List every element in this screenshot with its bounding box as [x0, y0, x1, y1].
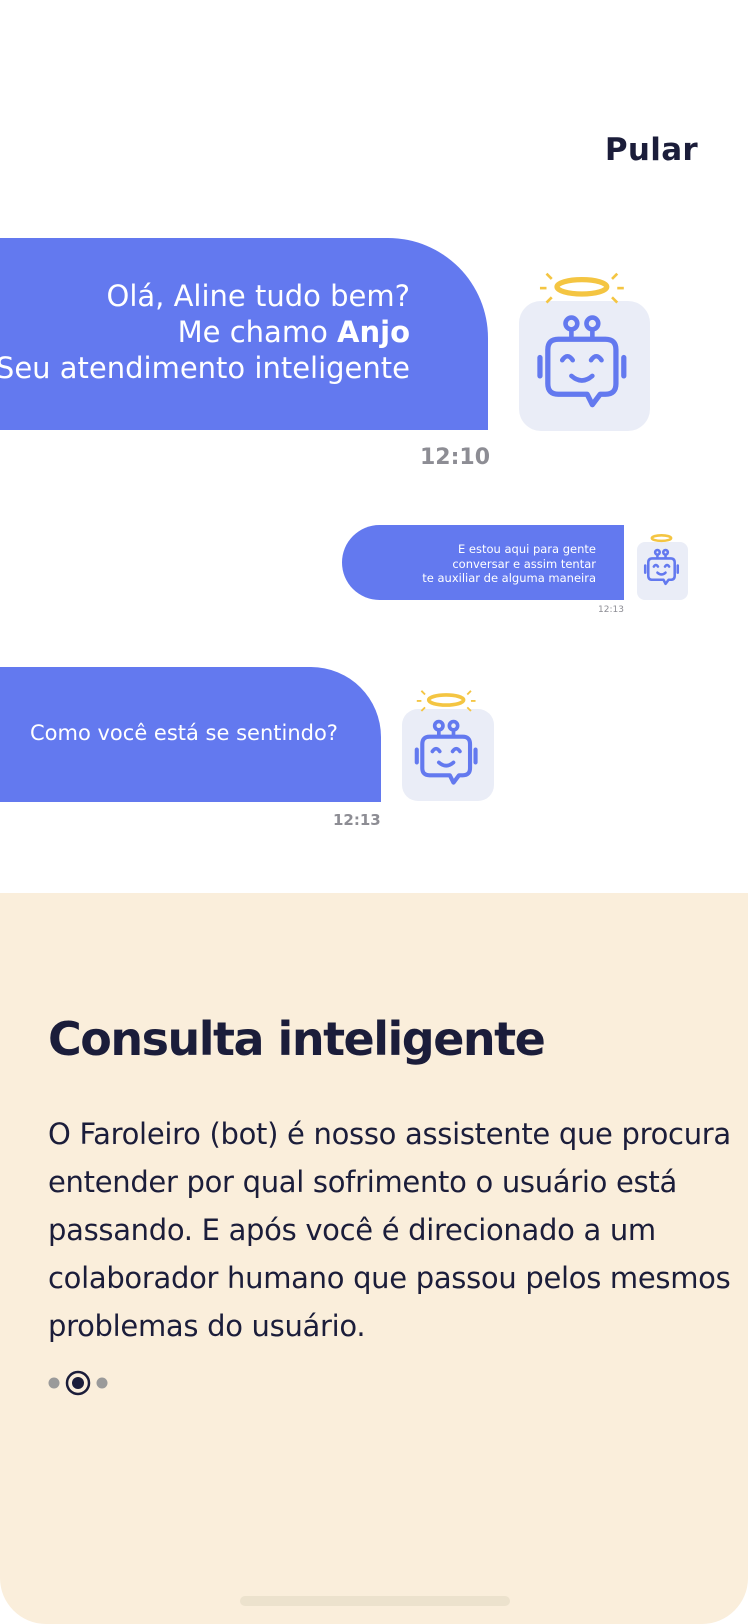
- skip-button[interactable]: Pular: [605, 132, 698, 168]
- greeting-line-3: Seu atendimento inteligente: [0, 351, 410, 385]
- bot-avatar: [519, 272, 650, 431]
- robot-angel-icon: [414, 690, 478, 785]
- robot-angel-icon: [537, 272, 627, 408]
- home-indicator[interactable]: [240, 1596, 510, 1606]
- chat-bubble-help: E estou aqui para gente conversar e assi…: [342, 525, 624, 600]
- message-time: 12:13: [598, 605, 624, 615]
- chat-bubble-question: Como você está se sentindo?: [0, 667, 381, 802]
- bot-name: Anjo: [337, 315, 410, 349]
- page-dot-3[interactable]: [96, 1377, 108, 1389]
- message-time: 12:13: [333, 811, 381, 829]
- bot-avatar-medium: [402, 690, 494, 801]
- page-indicator: [48, 1370, 108, 1396]
- question-text: Como você está se sentindo?: [30, 721, 338, 745]
- greeting-line-1: Olá, Aline tudo bem?: [106, 279, 411, 313]
- greeting-line-2-prefix: Me chamo: [177, 315, 338, 349]
- greeting-line-2: Me chamo Anjo: [0, 314, 410, 350]
- help-line-2: conversar e assim tentar: [452, 556, 596, 571]
- help-line-1: E estou aqui para gente: [458, 542, 596, 556]
- onboarding-title: Consulta inteligente: [48, 1012, 546, 1066]
- message-time: 12:10: [420, 445, 491, 470]
- robot-angel-icon: [643, 534, 680, 586]
- page-dot-2-active-center: [72, 1377, 84, 1389]
- chat-bubble-greeting: Olá, Aline tudo bem? Me chamo Anjo Seu a…: [0, 238, 488, 430]
- page-dot-1[interactable]: [48, 1377, 60, 1389]
- bot-avatar-small: [637, 534, 688, 600]
- help-line-3: te auxiliar de alguma maneira: [422, 571, 596, 585]
- onboarding-description: O Faroleiro (bot) é nosso assistente que…: [48, 1117, 731, 1343]
